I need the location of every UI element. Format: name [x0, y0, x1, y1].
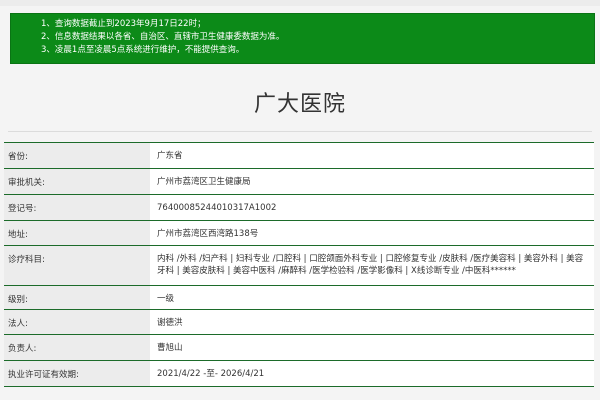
- row-person-in-charge: 负责人: 曹旭山: [4, 334, 594, 360]
- province-value: 广东省: [150, 143, 594, 168]
- row-address: 地址: 广州市荔湾区西湾路138号: [4, 220, 594, 245]
- notice-line-3: 3、凌晨1点至凌晨5点系统进行维护，不能提供查询。: [41, 45, 245, 55]
- row-approval-authority: 审批机关: 广州市荔湾区卫生健康局: [4, 168, 594, 194]
- row-province: 省份: 广东省: [4, 142, 594, 168]
- province-label: 省份:: [4, 143, 150, 168]
- page: 1、查询数据截止到2023年9月17日22时； 2、信息数据结果以各省、自治区、…: [0, 0, 600, 400]
- notice-banner: 1、查询数据截止到2023年9月17日22时； 2、信息数据结果以各省、自治区、…: [10, 13, 595, 64]
- row-registration-number: 登记号: 76400085244010317A1002: [4, 194, 594, 220]
- license-validity-label: 执业许可证有效期:: [4, 361, 150, 386]
- top-strip: [0, 0, 600, 6]
- legal-person-label: 法人:: [4, 310, 150, 334]
- notice-line-1: 1、查询数据截止到2023年9月17日22时；: [41, 19, 206, 29]
- address-value: 广州市荔湾区西湾路138号: [150, 221, 594, 245]
- approval-authority-label: 审批机关:: [4, 169, 150, 194]
- hospital-name: 广大医院: [253, 92, 346, 117]
- title-divider: [8, 131, 592, 132]
- row-departments: 诊疗科目: 内科 /外科 /妇产科 | 妇科专业 /口腔科 | 口腔颌面外科专业…: [4, 245, 594, 285]
- level-value: 一级: [150, 286, 594, 309]
- registration-number-value: 76400085244010317A1002: [150, 195, 594, 220]
- level-label: 级别:: [4, 286, 150, 309]
- row-legal-person: 法人: 谢德洪: [4, 309, 594, 334]
- notice-line-2: 2、信息数据结果以各省、自治区、直辖市卫生健康委数据为准。: [41, 32, 285, 42]
- legal-person-value: 谢德洪: [150, 310, 594, 334]
- row-level: 级别: 一级: [4, 285, 594, 309]
- license-validity-value: 2021/4/22 -至- 2026/4/21: [150, 361, 594, 386]
- registration-number-label: 登记号:: [4, 195, 150, 220]
- departments-value: 内科 /外科 /妇产科 | 妇科专业 /口腔科 | 口腔颌面外科专业 | 口腔修…: [150, 246, 594, 285]
- person-in-charge-label: 负责人:: [4, 335, 150, 360]
- departments-label: 诊疗科目:: [4, 246, 150, 285]
- person-in-charge-value: 曹旭山: [150, 335, 594, 360]
- info-table: 省份: 广东省 审批机关: 广州市荔湾区卫生健康局 登记号: 764000852…: [4, 142, 594, 387]
- address-label: 地址:: [4, 221, 150, 245]
- approval-authority-value: 广州市荔湾区卫生健康局: [150, 169, 594, 194]
- row-license-validity: 执业许可证有效期: 2021/4/22 -至- 2026/4/21: [4, 360, 594, 387]
